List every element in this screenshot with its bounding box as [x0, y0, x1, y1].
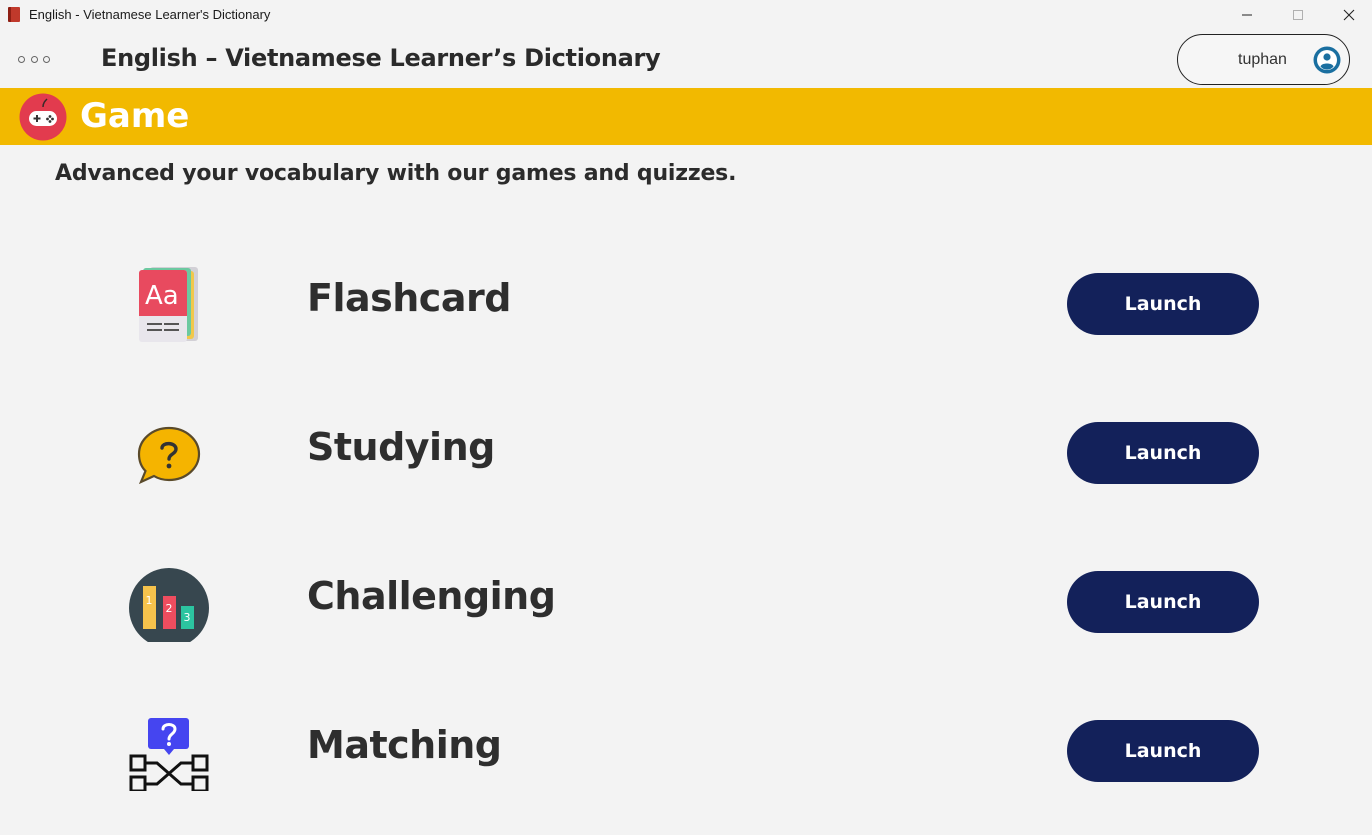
- svg-text:2: 2: [166, 602, 173, 615]
- svg-text:3: 3: [184, 611, 191, 624]
- game-banner: Game: [0, 88, 1372, 145]
- game-row-studying: Studying Launch: [0, 401, 1372, 501]
- game-name-flashcard: Flashcard: [307, 276, 511, 320]
- game-row-matching: Matching Launch: [0, 699, 1372, 799]
- window-title-bar: English - Vietnamese Learner's Dictionar…: [0, 0, 1372, 30]
- user-account-button[interactable]: tuphan: [1177, 34, 1350, 85]
- game-name-challenging: Challenging: [307, 574, 556, 618]
- app-header: English – Vietnamese Learner’s Dictionar…: [0, 30, 1372, 88]
- close-icon[interactable]: [1326, 0, 1372, 30]
- window-title: English - Vietnamese Learner's Dictionar…: [29, 7, 271, 22]
- minimize-icon[interactable]: [1224, 0, 1270, 30]
- flashcard-icon: Aa: [139, 267, 198, 342]
- page-title: Game: [80, 96, 190, 136]
- game-row-flashcard: Aa Flashcard Launch: [0, 252, 1372, 352]
- username-label: tuphan: [1238, 51, 1287, 68]
- launch-button-matching[interactable]: Launch: [1067, 720, 1259, 782]
- svg-text:1: 1: [146, 594, 153, 607]
- user-avatar-icon: [1313, 46, 1341, 74]
- game-name-matching: Matching: [307, 723, 502, 767]
- launch-button-studying[interactable]: Launch: [1067, 422, 1259, 484]
- leaderboard-icon: 1 2 3: [129, 568, 209, 642]
- game-name-studying: Studying: [307, 425, 495, 469]
- maximize-icon[interactable]: [1275, 0, 1321, 30]
- svg-text:Aa: Aa: [145, 281, 179, 311]
- launch-button-challenging[interactable]: Launch: [1067, 571, 1259, 633]
- question-bubble-icon: [137, 426, 201, 485]
- page-subtitle: Advanced your vocabulary with our games …: [55, 161, 737, 186]
- app-book-icon: [8, 7, 20, 22]
- game-row-challenging: 1 2 3 Challenging Launch: [0, 550, 1372, 650]
- matching-icon: [129, 718, 209, 791]
- gamepad-icon: [19, 93, 67, 141]
- more-dots-icon[interactable]: [18, 53, 50, 65]
- app-title: English – Vietnamese Learner’s Dictionar…: [101, 44, 661, 72]
- launch-button-flashcard[interactable]: Launch: [1067, 273, 1259, 335]
